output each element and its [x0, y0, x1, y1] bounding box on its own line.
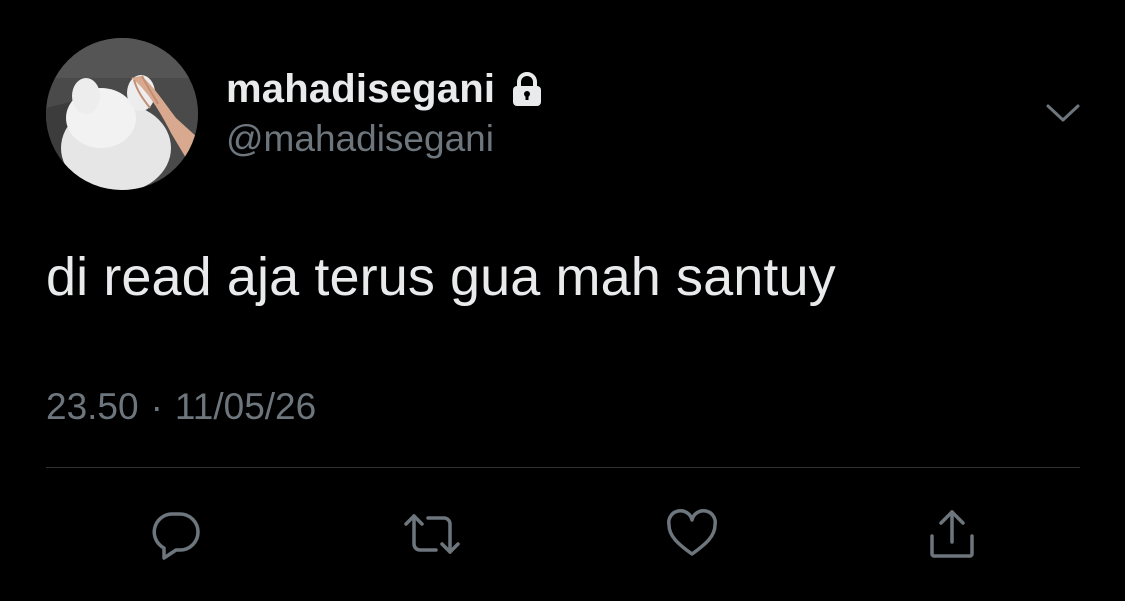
display-name[interactable]: mahadisegani: [226, 67, 495, 112]
chevron-down-icon[interactable]: [1038, 96, 1088, 132]
avatar[interactable]: [46, 38, 198, 190]
divider: [46, 467, 1080, 468]
retweet-button[interactable]: [402, 504, 462, 564]
user-handle[interactable]: @mahadisegani: [226, 118, 494, 160]
tweet-meta: 23.50 · 11/05/26: [46, 386, 316, 428]
author-name-row: mahadisegani: [226, 64, 547, 114]
avatar-image: [46, 38, 198, 190]
tweet-text: di read aja terus gua mah santuy: [46, 247, 836, 307]
tweet-time[interactable]: 23.50: [46, 386, 139, 428]
lock-icon: [513, 72, 542, 106]
reply-button[interactable]: [146, 504, 206, 564]
tweet-card: mahadisegani @mahadisegani di read aja t…: [0, 0, 1125, 601]
share-button[interactable]: [922, 504, 982, 564]
tweet-date[interactable]: 11/05/26: [175, 386, 316, 428]
retweet-icon: [404, 514, 460, 554]
meta-separator: ·: [150, 386, 163, 427]
heart-icon: [666, 509, 718, 556]
reply-icon: [152, 512, 200, 560]
like-button[interactable]: [662, 504, 722, 564]
share-icon: [930, 510, 974, 558]
